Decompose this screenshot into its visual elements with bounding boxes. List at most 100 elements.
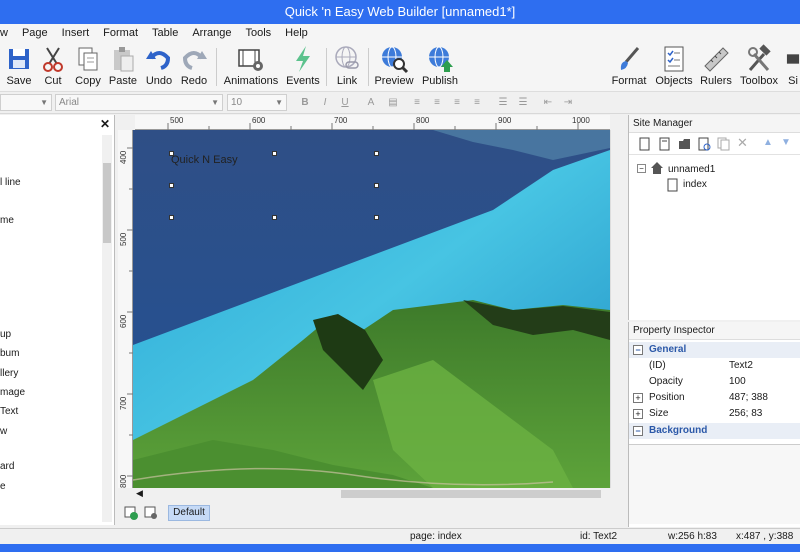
resize-handle[interactable] [374, 151, 379, 156]
folder-icon[interactable] [678, 137, 692, 151]
background-section[interactable]: − Background [629, 423, 800, 439]
property-row[interactable]: Opacity 100 [629, 374, 800, 390]
canvas-horizontal-scrollbar[interactable]: ◀ [133, 488, 610, 500]
scroll-left-icon[interactable]: ◀ [136, 488, 143, 499]
format-button[interactable]: Format [610, 44, 648, 90]
outdent-icon[interactable]: ⇤ [541, 96, 555, 110]
toolbox-item[interactable]: bum [0, 348, 19, 359]
property-value[interactable]: Text2 [729, 358, 753, 374]
property-value[interactable]: 256; 83 [729, 406, 762, 422]
numbered-list-icon[interactable]: ☰ [516, 96, 530, 110]
toolbox-button[interactable]: Toolbox [739, 44, 779, 90]
page-template-icon[interactable] [659, 137, 671, 151]
toolbox-item[interactable]: up [0, 329, 11, 340]
align-right-icon[interactable]: ≡ [450, 96, 464, 110]
events-button[interactable]: Events [285, 44, 321, 90]
duplicate-icon[interactable] [717, 137, 731, 151]
main-toolbar: Save Cut Copy Paste Undo Redo Animations… [0, 42, 800, 92]
add-page-icon[interactable] [124, 506, 138, 520]
redo-button[interactable]: Redo [179, 44, 209, 90]
toolbox-item[interactable]: ard [0, 461, 14, 472]
page-settings-icon[interactable] [144, 506, 158, 520]
save-button[interactable]: Save [4, 44, 34, 90]
link-page-icon[interactable] [697, 137, 711, 151]
menu-insert[interactable]: Insert [55, 24, 97, 42]
menu-table[interactable]: Table [145, 24, 185, 42]
collapse-icon[interactable]: − [637, 164, 646, 173]
toolbox-item[interactable]: e [0, 481, 6, 492]
resize-handle[interactable] [374, 215, 379, 220]
resize-handle[interactable] [169, 151, 174, 156]
publish-button[interactable]: Publish [420, 44, 460, 90]
move-down-icon[interactable]: ▼ [781, 137, 793, 150]
underline-icon[interactable]: U [338, 96, 352, 110]
ruler-label: 400 [119, 150, 128, 164]
new-page-icon[interactable] [639, 137, 651, 151]
expand-icon[interactable]: + [633, 393, 643, 403]
property-value[interactable]: 487; 388 [729, 390, 768, 406]
collapse-icon[interactable]: − [633, 426, 643, 436]
site-button[interactable]: Si [786, 44, 800, 90]
section-label: Background [649, 425, 708, 436]
undo-button[interactable]: Undo [144, 44, 174, 90]
toolbox-scrollbar[interactable] [102, 135, 112, 522]
default-tab[interactable]: Default [168, 505, 210, 521]
align-center-icon[interactable]: ≡ [430, 96, 444, 110]
menu-format[interactable]: Format [96, 24, 145, 42]
font-select[interactable]: Arial ▼ [55, 94, 223, 111]
scroll-thumb[interactable] [103, 163, 111, 243]
status-id: id: Text2 [580, 531, 618, 542]
toolbox-item[interactable]: w [0, 426, 7, 437]
preview-button[interactable]: Preview [374, 44, 414, 90]
objects-button[interactable]: Objects [654, 44, 694, 90]
animations-button[interactable]: Animations [223, 44, 279, 90]
delete-icon[interactable]: ✕ [737, 135, 749, 150]
resize-handle[interactable] [272, 151, 277, 156]
link-button[interactable]: Link [332, 44, 362, 90]
toolbox-item[interactable]: Text [0, 406, 18, 417]
film-gear-icon [238, 49, 263, 71]
paste-button[interactable]: Paste [107, 44, 139, 90]
resize-handle[interactable] [169, 183, 174, 188]
design-canvas[interactable]: Quick N Easy [133, 130, 610, 488]
menu-page[interactable]: Page [15, 24, 55, 42]
move-up-icon[interactable]: ▲ [763, 137, 775, 150]
menu-view[interactable]: w [0, 24, 15, 42]
expand-icon[interactable]: + [633, 409, 643, 419]
site-root-label[interactable]: unnamed1 [668, 164, 715, 175]
property-row[interactable]: + Position 487; 388 [629, 390, 800, 406]
italic-icon[interactable]: I [318, 96, 332, 110]
property-value[interactable]: 100 [729, 374, 746, 390]
resize-handle[interactable] [169, 215, 174, 220]
style-select[interactable]: ▼ [0, 94, 52, 111]
menu-help[interactable]: Help [278, 24, 315, 42]
font-color-icon[interactable]: A [364, 96, 378, 110]
copy-button[interactable]: Copy [72, 44, 104, 90]
canvas-text-box[interactable]: Quick N Easy [171, 154, 238, 166]
toolbox-item[interactable]: me [0, 215, 14, 226]
toolbox-item[interactable]: mage [0, 387, 25, 398]
justify-icon[interactable]: ≡ [470, 96, 484, 110]
bullet-list-icon[interactable]: ☰ [496, 96, 510, 110]
property-row[interactable]: + Size 256; 83 [629, 406, 800, 422]
menu-tools[interactable]: Tools [238, 24, 278, 42]
align-left-icon[interactable]: ≡ [410, 96, 424, 110]
canvas-vertical-scrollbar[interactable] [610, 130, 624, 488]
toolbox-item[interactable]: llery [0, 368, 18, 379]
collapse-icon[interactable]: − [633, 345, 643, 355]
highlight-icon[interactable]: ▤ [386, 96, 400, 110]
resize-handle[interactable] [272, 215, 277, 220]
bold-icon[interactable]: B [298, 96, 312, 110]
property-row[interactable]: (ID) Text2 [629, 358, 800, 374]
general-section[interactable]: − General [629, 342, 800, 358]
close-icon[interactable]: ✕ [100, 117, 110, 131]
rulers-button[interactable]: Rulers [700, 44, 732, 90]
scroll-thumb[interactable] [341, 490, 601, 498]
indent-icon[interactable]: ⇥ [561, 96, 575, 110]
toolbox-item[interactable]: l line [0, 177, 21, 188]
menu-arrange[interactable]: Arrange [185, 24, 238, 42]
page-item-label[interactable]: index [683, 179, 707, 190]
cut-button[interactable]: Cut [38, 44, 68, 90]
font-size-select[interactable]: 10 ▼ [227, 94, 287, 111]
resize-handle[interactable] [374, 183, 379, 188]
